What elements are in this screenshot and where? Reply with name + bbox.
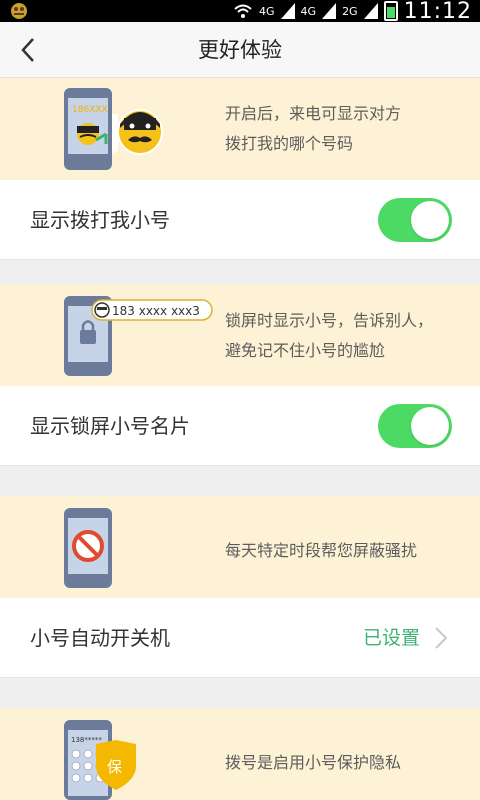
caller-id-banner: 186XXX 开启后，来电可显示对方 拨打我的哪个号码	[0, 78, 480, 180]
network-type-label: 2G	[342, 4, 358, 18]
banner-description: 拨号是启用小号保护隐私	[225, 753, 402, 772]
title-bar: 更好体验	[0, 22, 480, 78]
shield-label: 保	[107, 758, 122, 776]
wifi-icon	[234, 4, 252, 18]
phone-screen-number: 186XXX	[72, 105, 108, 115]
signal-icon	[280, 3, 295, 19]
banner-description: 开启后，来电可显示对方 拨打我的哪个号码	[225, 104, 402, 153]
show-caller-number-toggle[interactable]	[378, 198, 452, 242]
phone-dialpad-shield-illustration: 138***** 保	[64, 720, 136, 800]
toggle-knob	[411, 407, 449, 445]
toggle-knob	[411, 201, 449, 239]
row-label: 小号自动开关机	[30, 626, 170, 650]
show-lockscreen-card-row: 显示锁屏小号名片	[0, 386, 480, 466]
network-type-label: 4G	[259, 4, 275, 18]
page-title: 更好体验	[198, 38, 282, 62]
show-lockscreen-card-toggle[interactable]	[378, 404, 452, 448]
banner-description: 每天特定时段帮您屏蔽骚扰	[225, 541, 418, 560]
banner-description: 锁屏时显示小号，告诉别人， 避免记不住小号的尴尬	[225, 311, 434, 360]
signal-icon	[322, 3, 337, 19]
privacy-dial-banner: 138***** 保 拨号是启用小号保护隐私	[0, 708, 480, 800]
block-harassment-banner: 每天特定时段帮您屏蔽骚扰	[0, 496, 480, 598]
row-label: 显示拨打我小号	[30, 208, 170, 232]
network-type-label: 4G	[300, 4, 317, 18]
chevron-right-icon	[435, 627, 448, 649]
status-bar: 4G 4G 2G 11:12	[0, 0, 480, 24]
dialpad-number: 138*****	[71, 736, 102, 744]
app-notification-icon	[11, 3, 27, 19]
lockscreen-card-number: 183 xxxx xxx3	[112, 304, 200, 318]
row-label: 显示锁屏小号名片	[30, 414, 190, 438]
auto-power-status: 已设置	[362, 627, 420, 649]
phone-caller-id-illustration: 186XXX	[64, 88, 163, 170]
phone-lock-illustration: 183 xxxx xxx3	[64, 296, 213, 376]
signal-icon	[363, 3, 378, 19]
status-time: 11:12	[403, 0, 472, 24]
battery-icon	[383, 1, 398, 21]
show-caller-number-row: 显示拨打我小号	[0, 180, 480, 260]
phone-block-illustration	[64, 508, 112, 588]
auto-power-row[interactable]: 小号自动开关机 已设置	[0, 598, 480, 678]
lockscreen-card-banner: 183 xxxx xxx3 锁屏时显示小号，告诉别人， 避免记不住小号的尴尬	[0, 284, 480, 386]
